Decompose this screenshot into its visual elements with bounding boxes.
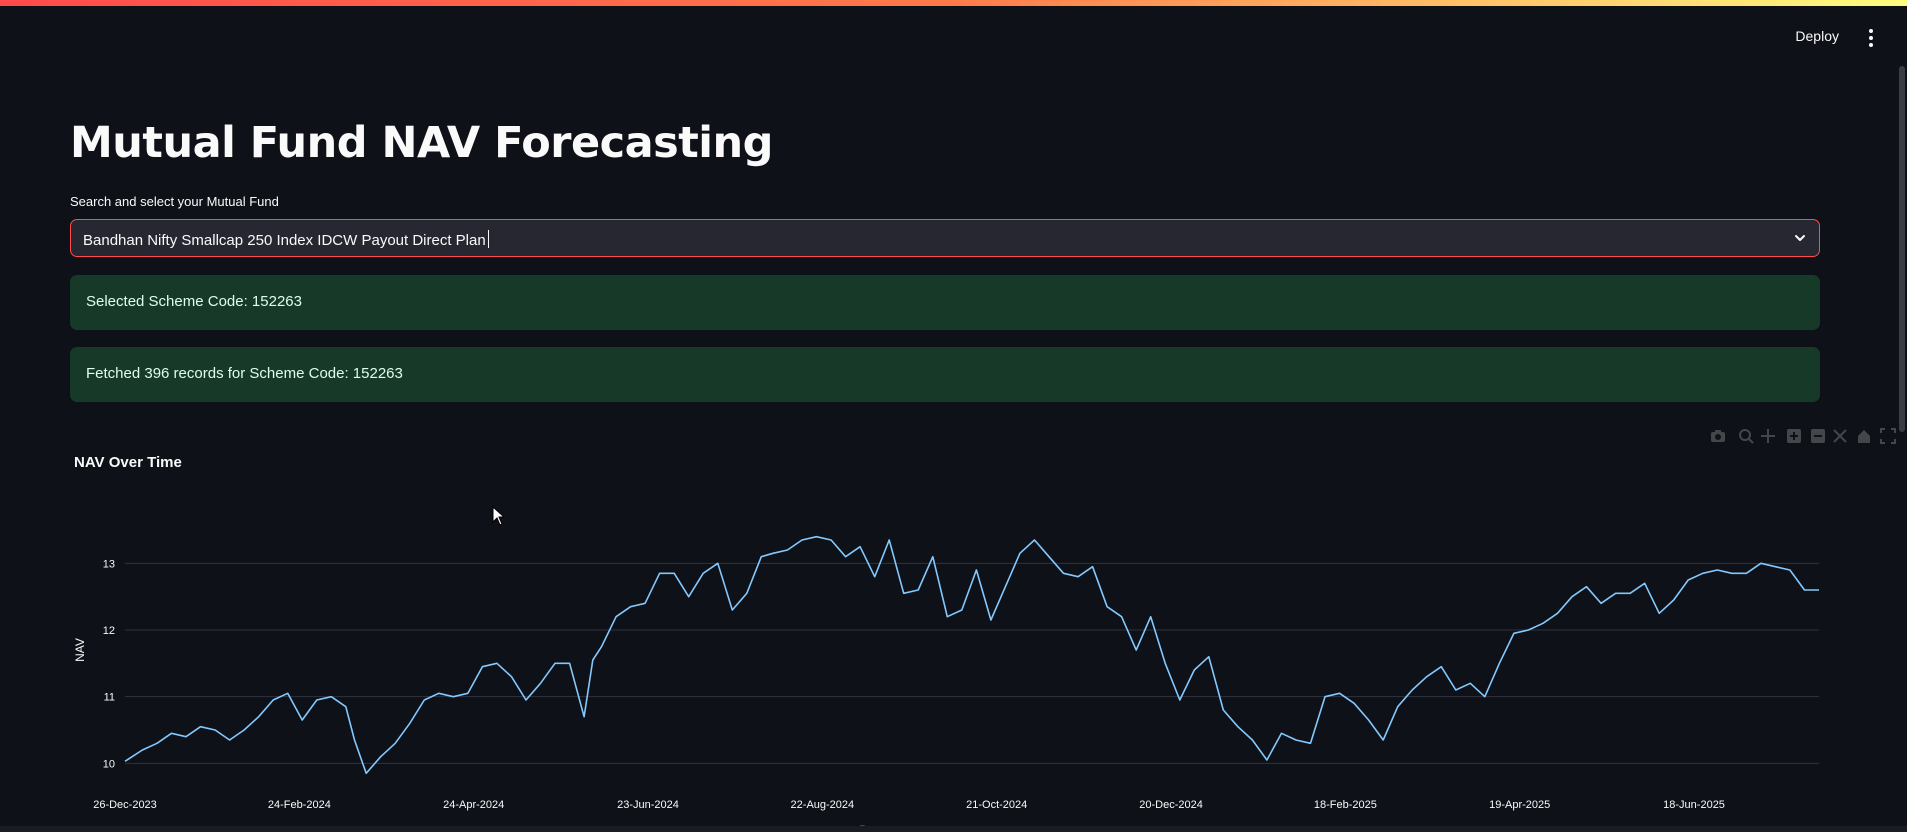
zoom-icon[interactable] bbox=[1738, 428, 1754, 444]
chart-modebar bbox=[70, 428, 1896, 448]
x-tick-label: 19-Apr-2025 bbox=[1489, 799, 1550, 811]
alert-text: Fetched 396 records for Scheme Code: 152… bbox=[86, 365, 403, 382]
fund-select-label: Search and select your Mutual Fund bbox=[70, 194, 279, 209]
zoom-out-icon[interactable] bbox=[1810, 428, 1826, 444]
y-tick-label: 13 bbox=[103, 558, 115, 570]
x-tick-label: 26-Dec-2023 bbox=[93, 799, 157, 811]
bottom-edge bbox=[0, 826, 1907, 832]
fund-select-value[interactable]: Bandhan Nifty Smallcap 250 Index IDCW Pa… bbox=[83, 232, 486, 249]
x-tick-label: 24-Apr-2024 bbox=[443, 799, 504, 811]
camera-icon[interactable] bbox=[1710, 428, 1726, 444]
x-tick-label: 24-Feb-2024 bbox=[268, 799, 331, 811]
y-tick-label: 11 bbox=[104, 692, 115, 704]
nav-series-line bbox=[124, 535, 1819, 775]
text-cursor bbox=[487, 230, 489, 248]
x-tick-label: 20-Dec-2024 bbox=[1139, 799, 1203, 811]
page-title: Mutual Fund NAV Forecasting bbox=[70, 118, 773, 168]
fullscreen-icon[interactable] bbox=[1880, 428, 1896, 444]
y-tick-label: 10 bbox=[103, 758, 115, 770]
reset-axes-icon[interactable] bbox=[1856, 428, 1872, 444]
page-scrollbar[interactable] bbox=[1897, 60, 1907, 832]
deploy-button[interactable]: Deploy bbox=[1795, 28, 1839, 44]
fund-select[interactable]: Bandhan Nifty Smallcap 250 Index IDCW Pa… bbox=[70, 219, 1820, 257]
x-tick-label: 18-Jun-2025 bbox=[1663, 799, 1725, 811]
success-alert-records: Fetched 396 records for Scheme Code: 152… bbox=[70, 347, 1820, 402]
app-header: Deploy bbox=[0, 6, 1907, 66]
autoscale-icon[interactable] bbox=[1832, 428, 1848, 444]
chevron-down-icon[interactable] bbox=[1793, 231, 1807, 245]
pan-icon[interactable] bbox=[1760, 428, 1776, 444]
x-tick-label: 21-Oct-2024 bbox=[966, 799, 1027, 811]
kebab-menu-icon[interactable] bbox=[1863, 28, 1879, 48]
chart-title: NAV Over Time bbox=[74, 454, 182, 471]
scrollbar-thumb[interactable] bbox=[1899, 66, 1905, 432]
x-tick-label: 23-Jun-2024 bbox=[617, 799, 679, 811]
mouse-pointer-icon bbox=[492, 506, 506, 526]
zoom-in-icon[interactable] bbox=[1786, 428, 1802, 444]
x-tick-label: 22-Aug-2024 bbox=[791, 799, 855, 811]
y-axis-label: NAV bbox=[73, 638, 87, 662]
success-alert-scheme-code: Selected Scheme Code: 152263 bbox=[70, 275, 1820, 330]
x-tick-label: 18-Feb-2025 bbox=[1314, 799, 1377, 811]
y-tick-label: 12 bbox=[103, 625, 115, 637]
alert-text: Selected Scheme Code: 152263 bbox=[86, 293, 302, 310]
